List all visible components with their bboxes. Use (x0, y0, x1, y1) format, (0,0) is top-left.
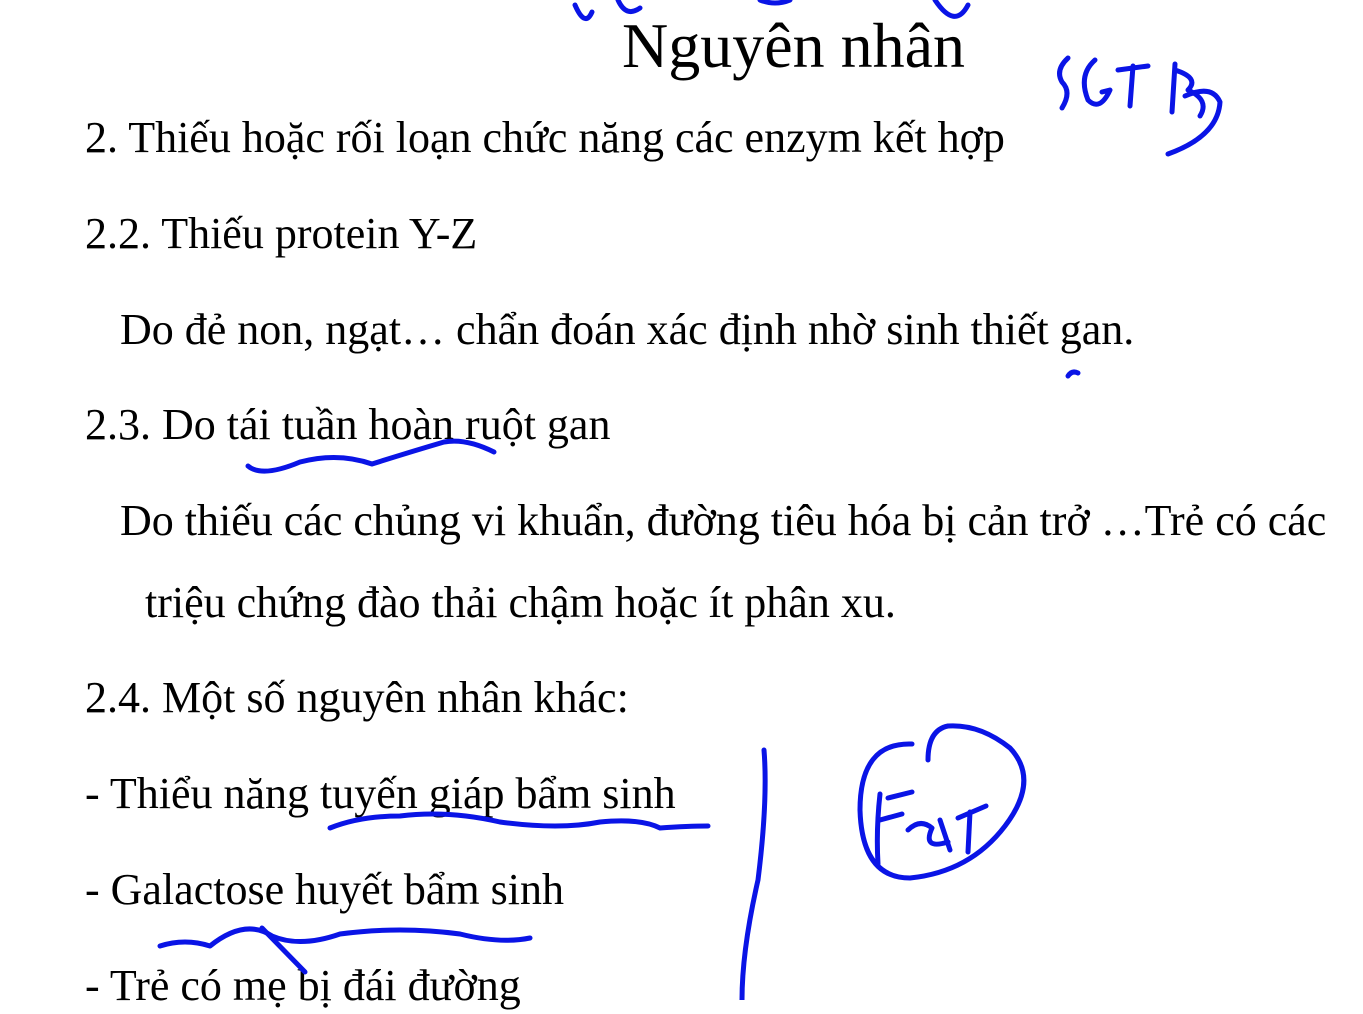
text-protein-yz-cause: Do đẻ non, ngạt… chẩn đoán xác định nhờ … (120, 305, 1135, 354)
heading-protein-yz: 2.2. Thiếu protein Y-Z (85, 209, 478, 258)
slide: Nguyên nhân 2. Thiếu hoặc rối loạn chức … (0, 0, 1363, 1010)
heading-enterohepatic: 2.3. Do tái tuần hoàn ruột gan (85, 400, 611, 449)
heading-other-causes: 2.4. Một số nguyên nhân khác: (85, 673, 629, 722)
list-item-galactosemia: - Galactose huyết bẩm sinh (85, 865, 564, 914)
slide-title: Nguyên nhân (622, 10, 966, 81)
list-item-hypothyroidism: - Thiểu năng tuyến giáp bẩm sinh (85, 769, 676, 818)
ink-vertical-bracket (739, 747, 768, 1000)
ink-note-sgt-b3 (1057, 55, 1223, 157)
ink-underline-galactose (157, 926, 533, 949)
text-enterohepatic-cause: Do thiếu các chủng vi khuẩn, đường tiêu … (120, 496, 1327, 545)
ink-note-felt (874, 789, 989, 867)
heading-enzyme-deficiency: 2. Thiếu hoặc rối loạn chức năng các enz… (85, 113, 1005, 162)
ink-tick (1065, 369, 1081, 379)
ink-circle (857, 723, 1027, 881)
text-enterohepatic-symptoms: triệu chứng đào thải chậm hoặc ít phân x… (145, 578, 896, 627)
list-item-diabetic-mother: - Trẻ có mẹ bị đái đường (85, 961, 521, 1010)
